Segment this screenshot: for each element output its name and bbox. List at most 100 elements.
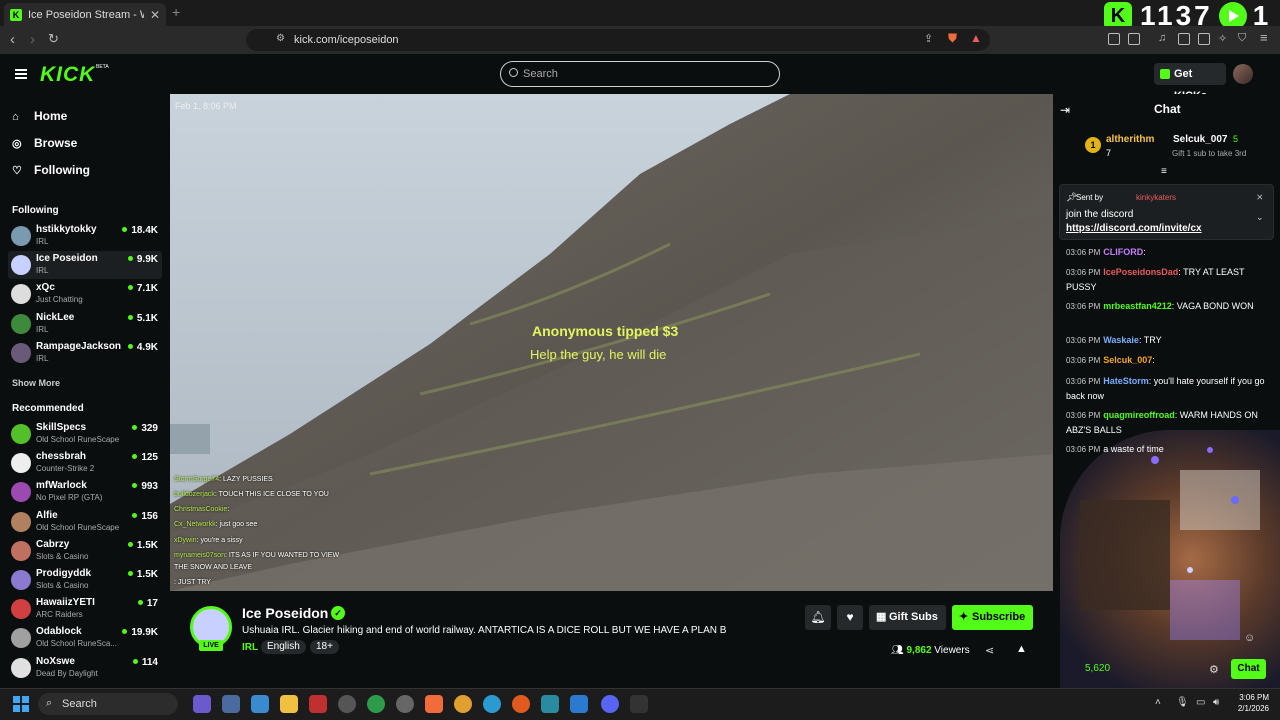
tag-age[interactable]: 18+ (310, 640, 339, 654)
channel-avatar (11, 628, 31, 649)
network-icon[interactable]: ▭ (1196, 697, 1205, 708)
search-input[interactable]: Search (500, 61, 780, 87)
screenshot-icon[interactable] (1128, 33, 1140, 45)
get-kicks-button[interactable]: Get KICKs (1154, 63, 1226, 102)
sidebar-channel[interactable]: HawaiizYETI ARC Raiders 17 (8, 595, 162, 623)
sidebar-channel[interactable]: mfWarlock No Pixel RP (GTA) 993 (8, 478, 162, 506)
brave-shield-icon[interactable]: ⛊ (948, 31, 957, 46)
sidebar-channel[interactable]: SkillSpecs Old School RuneScape 329 (8, 420, 162, 448)
taskbar-app-icon[interactable] (309, 695, 327, 713)
tray-chevron-icon[interactable]: ˄ (1155, 697, 1161, 708)
site-info-icon[interactable]: ⚙ (276, 33, 285, 44)
chat-username[interactable]: Waskaie (1103, 335, 1139, 345)
taskbar-app-icon[interactable] (251, 695, 269, 713)
sidebar-channel[interactable]: NoXswe Dead By Daylight 114 (8, 654, 162, 682)
chat-username[interactable]: CLIFORD (1103, 247, 1143, 257)
taskbar-search[interactable]: Search (38, 693, 178, 715)
subscribe-button[interactable]: ✦ Subscribe (952, 605, 1033, 630)
channel-viewers: 9.9K (128, 254, 158, 265)
taskbar-app-icon[interactable] (541, 695, 559, 713)
filter-icon[interactable]: ≡ (1161, 166, 1167, 177)
nav-browse[interactable]: ◎ Browse (12, 136, 77, 150)
collapse-chat-icon[interactable]: ⇥ (1060, 103, 1070, 117)
discord-icon[interactable] (601, 695, 619, 713)
report-icon[interactable]: ▲ (1016, 643, 1027, 655)
edge-icon[interactable] (483, 695, 501, 713)
leo-ai-icon[interactable]: ✧ (1218, 32, 1227, 45)
chrome-icon[interactable] (454, 695, 472, 713)
stream-category[interactable]: IRL (242, 642, 258, 653)
brave-browser-icon[interactable] (425, 695, 443, 713)
taskbar-app-icon[interactable] (367, 695, 385, 713)
sidebar-channel[interactable]: Alfie Old School RuneScape 156 (8, 508, 162, 536)
sidebar-channel[interactable]: hstikkytokky IRL 18.4K (8, 222, 162, 250)
extension-icon[interactable] (1108, 33, 1120, 45)
media-icon[interactable]: ♫ (1158, 32, 1166, 44)
share-page-icon[interactable]: ⇪ (924, 32, 933, 45)
volume-icon[interactable]: 🔊︎ (1213, 697, 1219, 708)
follow-heart-icon[interactable]: ♥ (837, 605, 863, 630)
chat-username[interactable]: mrbeastfan4212 (1103, 301, 1172, 311)
chat-username[interactable]: Selcuk_007 (1103, 355, 1152, 365)
windows-start-icon[interactable] (13, 696, 29, 712)
tab-close-icon[interactable]: ✕ (150, 8, 160, 22)
url-field[interactable]: kick.com/iceposeidon (246, 29, 990, 51)
chat-username[interactable]: HateStorm (1103, 376, 1149, 386)
back-icon[interactable]: ‹ (10, 31, 15, 48)
firefox-icon[interactable] (512, 695, 530, 713)
chevron-down-icon[interactable]: ⌄ (1256, 212, 1264, 223)
share-icon[interactable]: ⋖ (985, 644, 994, 657)
gift-subs-button[interactable]: ▦ Gift Subs (869, 605, 946, 630)
nav-home[interactable]: ⌂ Home (12, 109, 67, 123)
sidebar-channel[interactable]: Prodigyddk Slots & Casino 1.5K (8, 566, 162, 594)
sidebar-channel[interactable]: Cabrzy Slots & Casino 1.5K (8, 537, 162, 565)
forward-icon[interactable]: › (30, 31, 35, 48)
chat-username[interactable]: IcePoseidonsDad (1103, 267, 1178, 277)
pinned-link[interactable]: https://discord.com/invite/cx (1066, 223, 1202, 234)
overlay-chat-user: xDywin (174, 537, 197, 544)
notification-bell-icon[interactable]: 🔔︎ (805, 605, 831, 630)
send-chat-button[interactable]: Chat (1231, 659, 1266, 679)
sidebar-channel[interactable]: Odablock Old School RuneSca... 19.9K (8, 624, 162, 652)
kick-logo[interactable]: KICK (40, 63, 95, 87)
leaderboard-second-name[interactable]: Selcuk_007 (1173, 134, 1228, 145)
user-avatar[interactable] (1233, 64, 1253, 84)
menu-icon[interactable]: ≡ (1260, 30, 1268, 45)
sidebar-toggle-icon[interactable] (1178, 33, 1190, 45)
vpn-icon[interactable]: ⛉ (1238, 32, 1246, 45)
sidebar-channel[interactable]: chessbrah Counter-Strike 2 125 (8, 449, 162, 477)
show-more-link[interactable]: Show More (12, 378, 60, 388)
browser-tab[interactable]: K Ice Poseidon Stream - Watch ✕ (4, 3, 166, 26)
unpin-icon[interactable]: ⨯ (1256, 192, 1264, 203)
video-player[interactable] (170, 94, 1053, 591)
hamburger-menu-icon[interactable] (15, 69, 27, 79)
taskbar-app-icon[interactable] (338, 695, 356, 713)
taskbar-clock[interactable]: 3:06 PM 2/1/2026 (1231, 692, 1269, 714)
brave-rewards-icon[interactable]: ▲ (970, 31, 982, 45)
pinned-user[interactable]: kinkykaters (1136, 193, 1176, 202)
sidebar-channel[interactable]: RampageJackson IRL 4.9K (8, 339, 162, 367)
chat-username[interactable]: quagmireoffroad (1103, 410, 1175, 420)
taskbar-app-icon[interactable] (396, 695, 414, 713)
microphone-icon[interactable]: 🎙︎ (1176, 697, 1189, 708)
channel-category: Slots & Casino (36, 551, 89, 561)
channel-category: Old School RuneSca... (36, 639, 117, 649)
vscode-icon[interactable] (570, 695, 588, 713)
new-tab-button[interactable]: + (172, 4, 180, 20)
file-explorer-icon[interactable] (280, 695, 298, 713)
sidebar-channel[interactable]: xQc Just Chatting 7.1K (8, 280, 162, 308)
taskbar-app-icon[interactable] (193, 695, 211, 713)
pinned-sent-by: Sent by (1076, 193, 1104, 202)
streamer-name[interactable]: Ice Poseidon (242, 605, 328, 621)
wallet-icon[interactable] (1198, 33, 1210, 45)
taskbar-app-icon[interactable] (630, 695, 648, 713)
nav-following[interactable]: ♡ Following (12, 163, 90, 177)
sidebar-channel[interactable]: NickLee IRL 5.1K (8, 310, 162, 338)
reload-icon[interactable]: ↻ (48, 31, 59, 47)
sidebar-channel[interactable]: Ice Poseidon IRL 9.9K (8, 251, 162, 280)
tag-language[interactable]: English (261, 640, 306, 654)
taskbar-app-icon[interactable] (222, 695, 240, 713)
leaderboard-first-name[interactable]: altherithm (1106, 134, 1154, 145)
chat-settings-icon[interactable]: ⚙ (1209, 663, 1219, 676)
emote-icon[interactable]: ☺ (1244, 632, 1255, 644)
